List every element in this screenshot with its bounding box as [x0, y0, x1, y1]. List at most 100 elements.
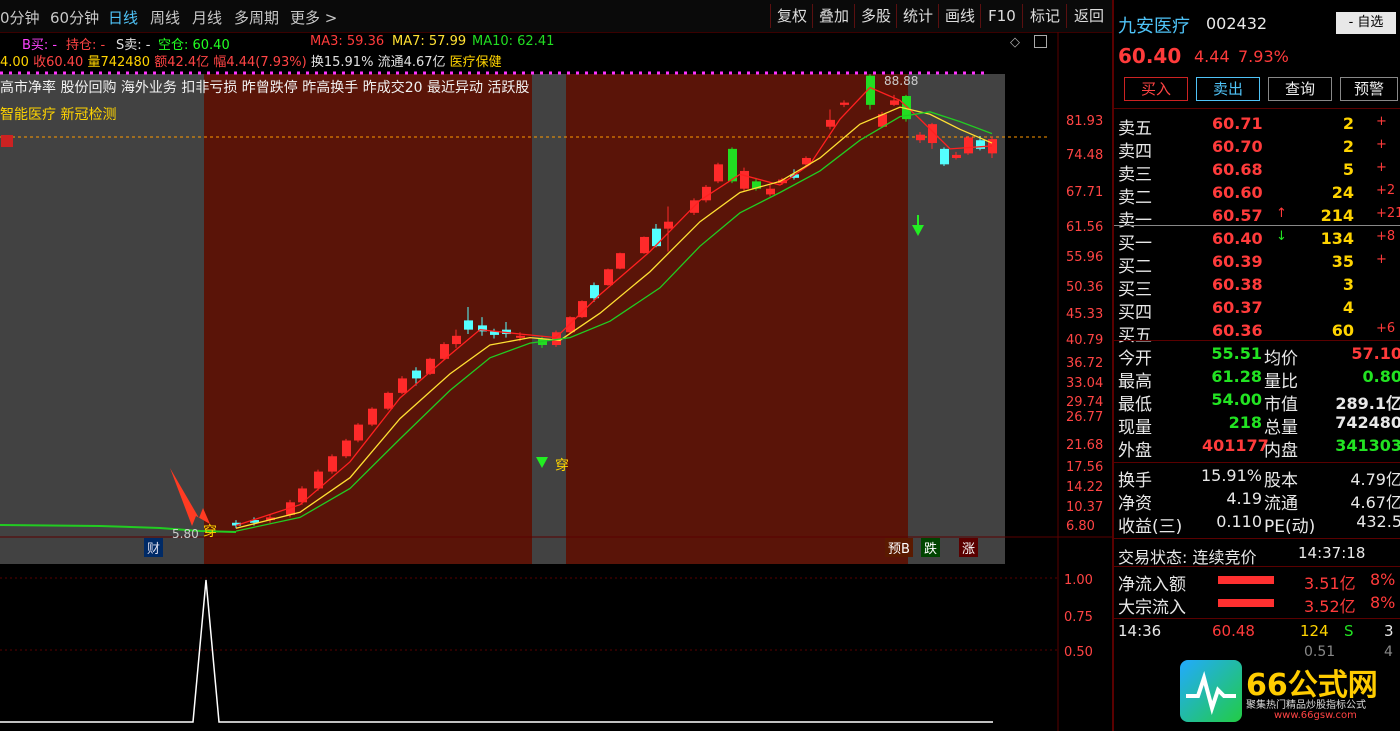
- candle-body[interactable]: [916, 134, 925, 141]
- candle-body[interactable]: [652, 228, 661, 247]
- candle-body[interactable]: [604, 269, 613, 286]
- candle-body[interactable]: [328, 456, 337, 472]
- divider: [1114, 538, 1400, 539]
- price-axis-tick: 21.68: [1066, 438, 1104, 453]
- ask-price[interactable]: 60.68: [1212, 160, 1263, 179]
- candle-body[interactable]: [840, 102, 849, 105]
- stat-key: 最低: [1118, 395, 1152, 415]
- candle-body[interactable]: [940, 148, 949, 165]
- kline-chart[interactable]: [0, 32, 1112, 731]
- bid-price[interactable]: 60.37: [1212, 298, 1263, 317]
- f10-button[interactable]: F10: [980, 4, 1023, 28]
- drop-mark[interactable]: 跌: [921, 538, 941, 557]
- candle-body[interactable]: [464, 320, 473, 330]
- back-button[interactable]: 返回: [1066, 4, 1111, 28]
- ask-price[interactable]: 60.57: [1212, 206, 1263, 225]
- query-button[interactable]: 查询: [1268, 77, 1332, 101]
- bid-vol: 60: [1331, 321, 1354, 340]
- ask-price[interactable]: 60.60: [1212, 183, 1263, 202]
- divider: [1114, 340, 1400, 341]
- ask-price[interactable]: 60.70: [1212, 137, 1263, 156]
- price-axis-tick: 67.71: [1066, 185, 1104, 200]
- alert-button[interactable]: 预警: [1340, 77, 1398, 101]
- candle-body[interactable]: [952, 154, 961, 158]
- watermark-url: www.66gsw.com: [1274, 710, 1357, 721]
- band-red-2: [566, 74, 908, 564]
- bid-price[interactable]: 60.36: [1212, 321, 1263, 340]
- bid-vol: 35: [1331, 252, 1354, 271]
- bid-label: 买五: [1118, 326, 1152, 346]
- divider: [1114, 462, 1400, 463]
- sub-axis-2: 0.75: [1064, 610, 1093, 625]
- candle-body[interactable]: [826, 119, 835, 127]
- ask-vol: 214: [1320, 206, 1354, 225]
- self-select-button[interactable]: - 自选: [1336, 12, 1396, 34]
- divider: [1114, 225, 1400, 226]
- tick-extra: 3: [1384, 622, 1394, 640]
- stat-value: 54.00: [1211, 390, 1262, 409]
- price-axis-tick: 36.72: [1066, 356, 1104, 371]
- bid-price[interactable]: 60.39: [1212, 252, 1263, 271]
- stat-key: 最高: [1118, 372, 1152, 392]
- period-weekly[interactable]: 周线: [150, 7, 180, 28]
- flow-pct: 8%: [1370, 570, 1396, 589]
- period-more[interactable]: 更多 >: [290, 7, 337, 28]
- bid-price[interactable]: 60.38: [1212, 275, 1263, 294]
- period-30min[interactable]: 0分钟: [0, 7, 40, 28]
- flow-value: 3.51亿: [1304, 574, 1356, 593]
- band-red-1: [204, 74, 532, 564]
- candle-body[interactable]: [890, 100, 899, 105]
- trade-status: 交易状态: 连续竞价: [1118, 548, 1257, 567]
- candle-body[interactable]: [664, 221, 673, 229]
- candle-body[interactable]: [740, 170, 749, 189]
- ask-vol: 2: [1342, 114, 1354, 133]
- candle-body[interactable]: [616, 253, 625, 269]
- candle-body[interactable]: [398, 378, 407, 393]
- stat-key: 净资: [1118, 494, 1152, 514]
- overlay-button[interactable]: 叠加: [812, 4, 855, 28]
- stat-value: 4.67亿: [1350, 493, 1400, 512]
- ask-extra: +: [1376, 114, 1387, 129]
- pre-b-mark[interactable]: 预B: [885, 538, 913, 557]
- candle-body[interactable]: [516, 335, 525, 338]
- divider: [1114, 618, 1400, 619]
- sell-button[interactable]: 卖出: [1196, 77, 1260, 101]
- ask-label: 卖三: [1118, 165, 1152, 185]
- ask-vol: 5: [1342, 160, 1354, 179]
- candle-body[interactable]: [928, 124, 937, 144]
- candle-body[interactable]: [640, 236, 649, 254]
- stats-button[interactable]: 统计: [896, 4, 939, 28]
- period-monthly[interactable]: 月线: [192, 7, 222, 28]
- candle-body[interactable]: [766, 188, 775, 195]
- candle-body[interactable]: [354, 424, 363, 441]
- price-axis-tick: 10.37: [1066, 500, 1104, 515]
- candle-body[interactable]: [566, 317, 575, 333]
- stat-value: 432.5: [1356, 512, 1400, 531]
- period-multi[interactable]: 多周期: [234, 7, 279, 28]
- period-daily[interactable]: 日线: [108, 7, 138, 28]
- buy-button[interactable]: 买入: [1124, 77, 1188, 101]
- candle-body[interactable]: [384, 392, 393, 409]
- candle-body[interactable]: [368, 408, 377, 425]
- draw-button[interactable]: 画线: [938, 4, 981, 28]
- ask-price[interactable]: 60.71: [1212, 114, 1263, 133]
- candle-body[interactable]: [412, 370, 421, 379]
- candle-body[interactable]: [342, 440, 351, 457]
- stat-key: 内盘: [1264, 441, 1298, 461]
- candle-body[interactable]: [714, 164, 723, 182]
- bid-price[interactable]: 60.40: [1212, 229, 1263, 248]
- multi-stock-button[interactable]: 多股: [854, 4, 897, 28]
- rise-mark[interactable]: 涨: [959, 538, 979, 557]
- finance-mark[interactable]: 财: [144, 538, 164, 557]
- bid-vol: 134: [1320, 229, 1354, 248]
- ask-label: 卖二: [1118, 188, 1152, 208]
- adjust-button[interactable]: 复权: [770, 4, 813, 28]
- ask-vol: 2: [1342, 137, 1354, 156]
- candle-body[interactable]: [964, 137, 973, 154]
- candle-body[interactable]: [452, 335, 461, 345]
- price-axis-tick: 14.22: [1066, 480, 1104, 495]
- stat-value: 61.28: [1211, 367, 1262, 386]
- stat-value: 4.19: [1226, 489, 1262, 508]
- period-60min[interactable]: 60分钟: [50, 7, 99, 28]
- mark-button[interactable]: 标记: [1022, 4, 1067, 28]
